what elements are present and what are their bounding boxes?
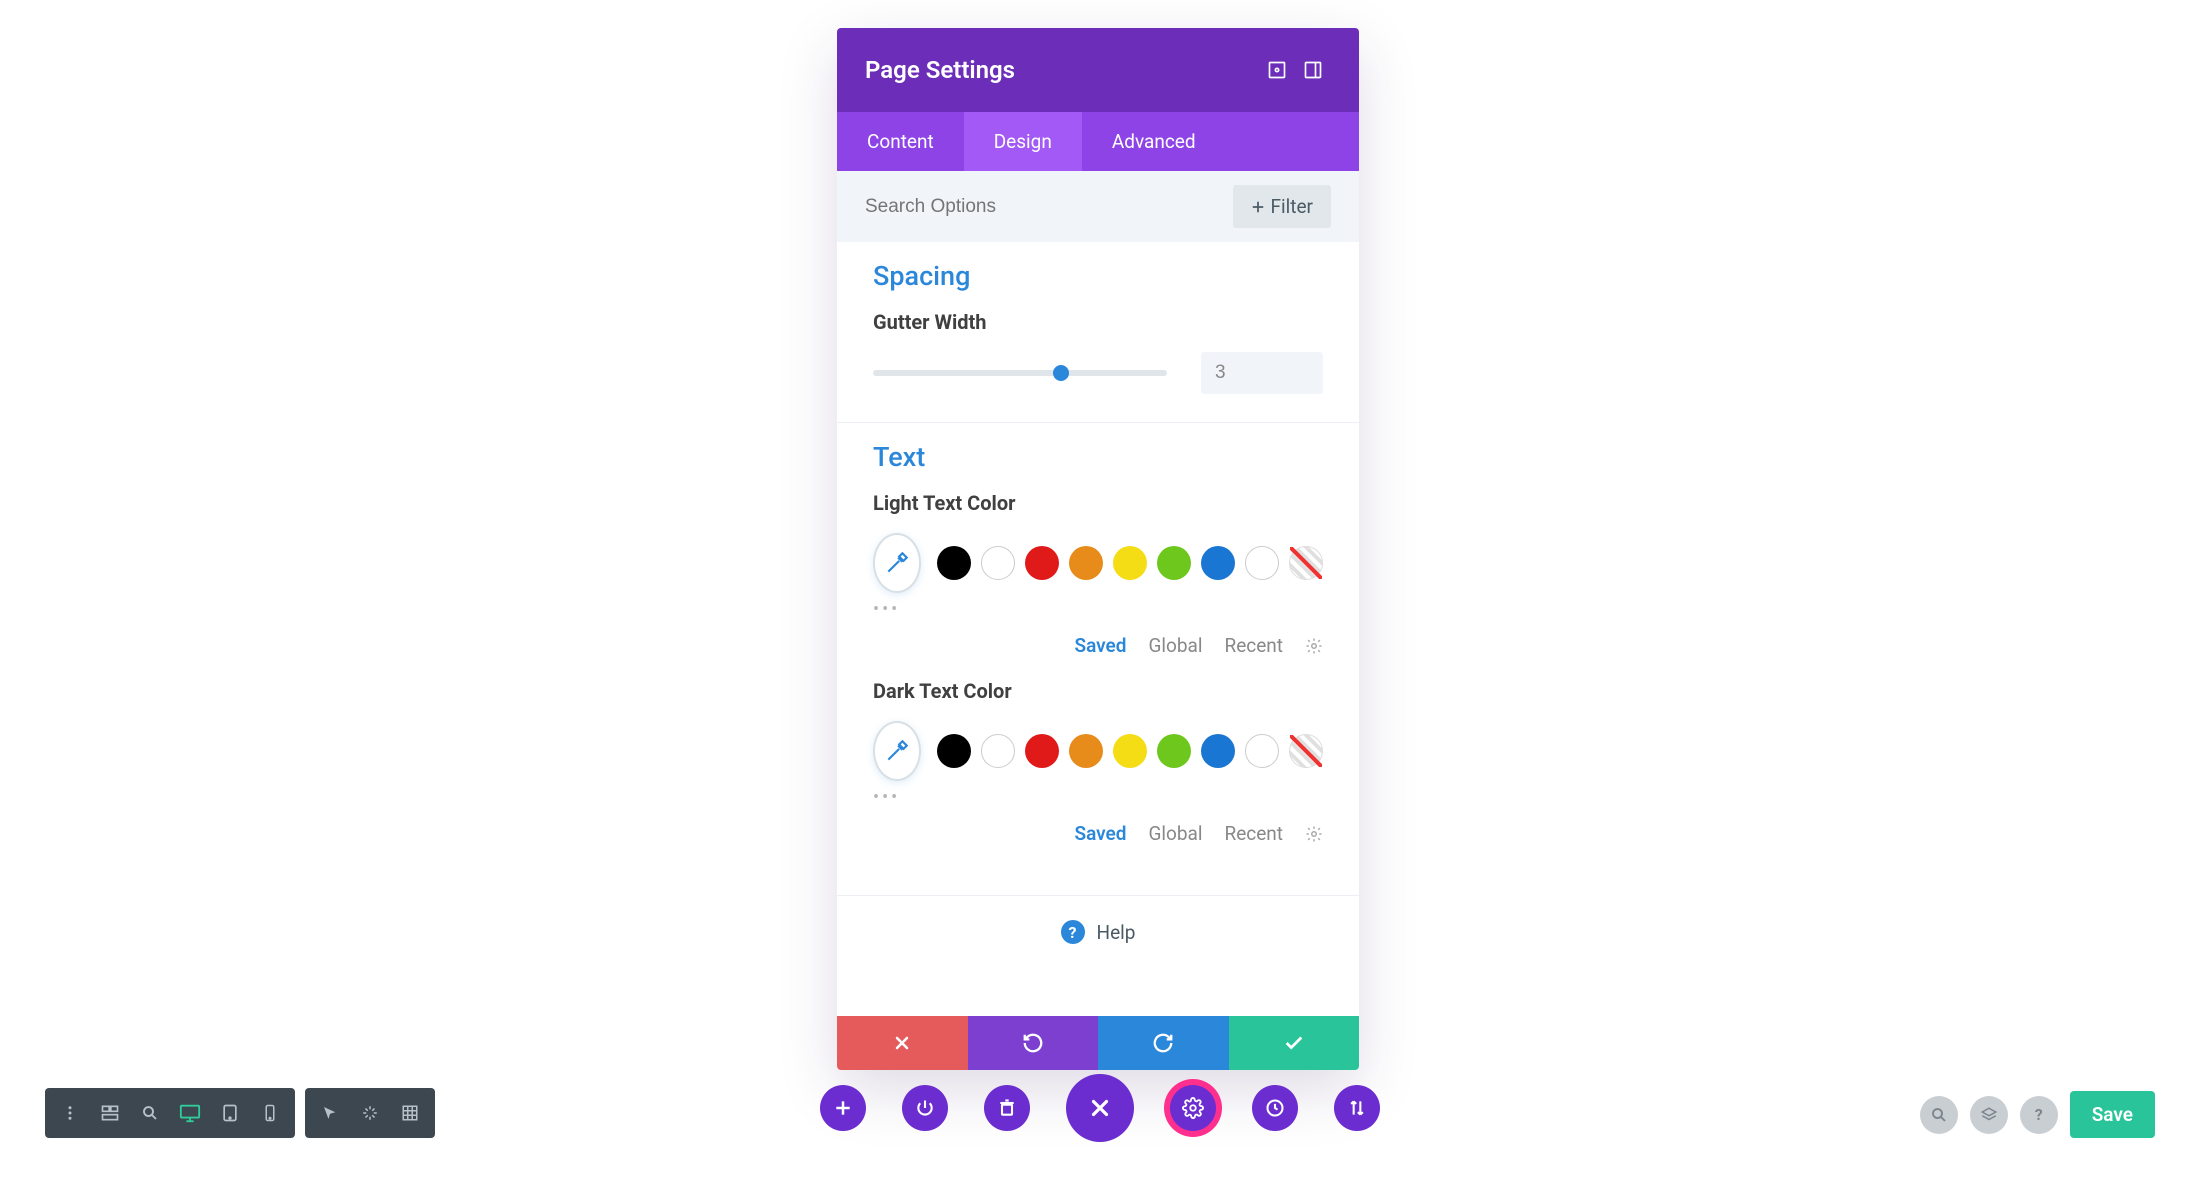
- color-swatch[interactable]: [1069, 546, 1103, 580]
- modal-header: Page Settings: [837, 28, 1359, 112]
- color-swatch[interactable]: [937, 734, 971, 768]
- section-spacing-heading: Spacing: [873, 260, 1323, 292]
- section-text-heading: Text: [873, 441, 1323, 473]
- close-button[interactable]: [1066, 1074, 1134, 1142]
- gutter-width-value[interactable]: [1201, 352, 1323, 394]
- save-button[interactable]: Save: [2070, 1091, 2155, 1138]
- layers-button[interactable]: [1970, 1096, 2008, 1134]
- help-icon: ?: [1061, 920, 1085, 944]
- filter-button[interactable]: Filter: [1233, 185, 1331, 228]
- color-swatch[interactable]: [1201, 734, 1235, 768]
- view-group-two: [305, 1088, 435, 1138]
- section-spacing: Spacing Gutter Width: [837, 242, 1359, 423]
- color-swatch[interactable]: [1157, 734, 1191, 768]
- color-swatch[interactable]: [1157, 546, 1191, 580]
- phone-icon[interactable]: [250, 1093, 290, 1133]
- gear-icon[interactable]: [1305, 825, 1323, 843]
- gutter-width-slider[interactable]: [873, 370, 1167, 376]
- power-button[interactable]: [902, 1085, 948, 1131]
- view-toolbar: [45, 1088, 435, 1138]
- wireframe-icon[interactable]: [90, 1093, 130, 1133]
- light-swatches: [937, 546, 1323, 580]
- modal-tabs: Content Design Advanced: [837, 112, 1359, 171]
- color-swatch[interactable]: [1113, 546, 1147, 580]
- gutter-width-label: Gutter Width: [873, 310, 1323, 334]
- color-swatch[interactable]: [1113, 734, 1147, 768]
- tab-advanced[interactable]: Advanced: [1082, 112, 1226, 171]
- no-color-swatch[interactable]: [1289, 546, 1323, 580]
- trash-button[interactable]: [984, 1085, 1030, 1131]
- eyedropper-button[interactable]: [873, 721, 921, 781]
- settings-button[interactable]: [1170, 1085, 1216, 1131]
- screen-icon[interactable]: [1259, 52, 1295, 88]
- color-swatch[interactable]: [981, 546, 1015, 580]
- history-button[interactable]: [1252, 1085, 1298, 1131]
- search-bar: Filter: [837, 171, 1359, 242]
- help-button[interactable]: ?: [2020, 1096, 2058, 1134]
- add-button[interactable]: [820, 1085, 866, 1131]
- help-label: Help: [1097, 921, 1136, 944]
- menu-dots-icon[interactable]: [50, 1093, 90, 1133]
- palette-tab-saved[interactable]: Saved: [1074, 634, 1126, 657]
- filter-button-label: Filter: [1271, 195, 1313, 218]
- color-swatch[interactable]: [1025, 734, 1059, 768]
- modal-title: Page Settings: [865, 56, 1259, 84]
- cancel-button[interactable]: [837, 1016, 968, 1070]
- color-swatch[interactable]: [1245, 546, 1279, 580]
- palette-tab-saved[interactable]: Saved: [1074, 822, 1126, 845]
- gutter-width-row: [873, 352, 1323, 394]
- more-dots-icon[interactable]: •••: [873, 787, 1323, 808]
- color-swatch[interactable]: [1245, 734, 1279, 768]
- confirm-button[interactable]: [1229, 1016, 1360, 1070]
- no-color-swatch[interactable]: [1289, 734, 1323, 768]
- action-toolbar: [820, 1074, 1380, 1142]
- search-input[interactable]: [865, 196, 1233, 218]
- palette-tab-global[interactable]: Global: [1148, 634, 1202, 657]
- dark-text-color-field: Dark Text Color ••• Saved Global Recent: [873, 679, 1323, 845]
- redo-button[interactable]: [1098, 1016, 1229, 1070]
- meta-toolbar: ? Save: [1920, 1091, 2155, 1138]
- sparkle-icon[interactable]: [350, 1093, 390, 1133]
- panel-right-icon[interactable]: [1295, 52, 1331, 88]
- color-swatch[interactable]: [1201, 546, 1235, 580]
- dark-swatches: [937, 734, 1323, 768]
- zoom-icon[interactable]: [130, 1093, 170, 1133]
- sort-button[interactable]: [1334, 1085, 1380, 1131]
- color-swatch[interactable]: [1025, 546, 1059, 580]
- light-text-color-field: Light Text Color ••• Saved Global Recent: [873, 491, 1323, 657]
- search-button[interactable]: [1920, 1096, 1958, 1134]
- palette-tab-recent[interactable]: Recent: [1224, 822, 1283, 845]
- cursor-icon[interactable]: [310, 1093, 350, 1133]
- light-text-color-label: Light Text Color: [873, 491, 1323, 515]
- desktop-icon[interactable]: [170, 1093, 210, 1133]
- color-swatch[interactable]: [937, 546, 971, 580]
- light-palette-tabs: Saved Global Recent: [873, 634, 1323, 657]
- grid-icon[interactable]: [390, 1093, 430, 1133]
- palette-tab-recent[interactable]: Recent: [1224, 634, 1283, 657]
- page-settings-modal: Page Settings Content Design Advanced Fi…: [837, 28, 1359, 1070]
- dark-palette-tabs: Saved Global Recent: [873, 822, 1323, 845]
- palette-tab-global[interactable]: Global: [1148, 822, 1202, 845]
- dark-text-color-label: Dark Text Color: [873, 679, 1323, 703]
- help-link[interactable]: ? Help: [837, 896, 1359, 968]
- undo-button[interactable]: [968, 1016, 1099, 1070]
- tab-content[interactable]: Content: [837, 112, 964, 171]
- color-swatch[interactable]: [981, 734, 1015, 768]
- tab-design[interactable]: Design: [964, 112, 1082, 171]
- color-swatch[interactable]: [1069, 734, 1103, 768]
- save-button-label: Save: [2092, 1103, 2133, 1126]
- section-text: Text Light Text Color ••• Saved Global R…: [837, 423, 1359, 896]
- view-group-one: [45, 1088, 295, 1138]
- gear-icon[interactable]: [1305, 637, 1323, 655]
- modal-footer: [837, 1016, 1359, 1070]
- eyedropper-button[interactable]: [873, 533, 921, 593]
- more-dots-icon[interactable]: •••: [873, 599, 1323, 620]
- slider-thumb[interactable]: [1053, 365, 1069, 381]
- tablet-icon[interactable]: [210, 1093, 250, 1133]
